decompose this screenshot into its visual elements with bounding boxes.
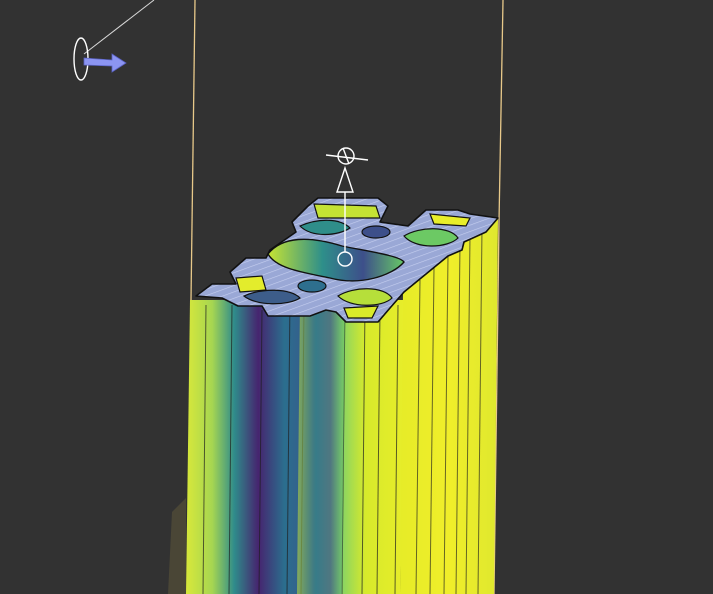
scene xyxy=(73,0,504,594)
rotation-gizmo-icon[interactable] xyxy=(325,147,369,165)
direction-arrow-icon[interactable] xyxy=(83,53,127,73)
shadow-tab xyxy=(168,498,186,594)
3d-viewport[interactable] xyxy=(0,0,713,594)
